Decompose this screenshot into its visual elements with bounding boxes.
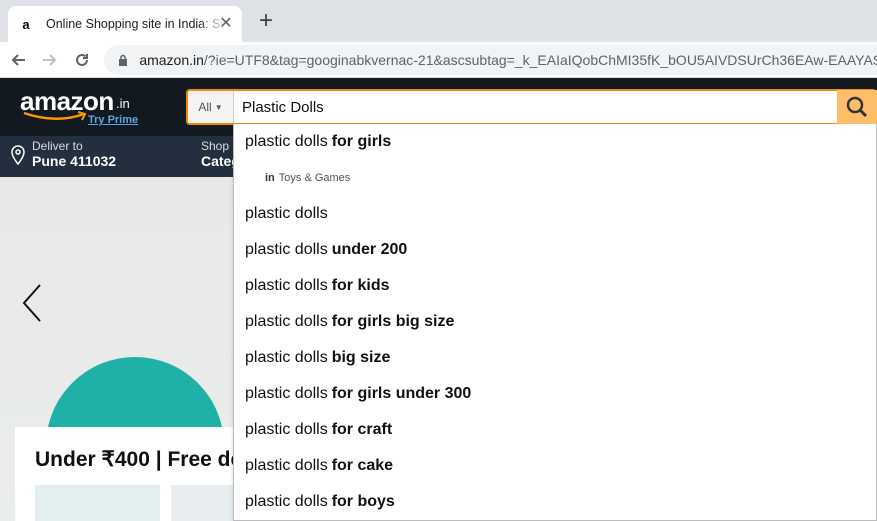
suggestion-prefix: plastic dolls (245, 277, 328, 294)
suggestion-completion: big size (331, 349, 391, 366)
search-input[interactable] (234, 91, 837, 123)
search-suggestions: plastic dolls for girls in Toys & Games pl… (233, 124, 877, 521)
suggestion-completion: for girls big size (331, 313, 455, 330)
suggestion-prefix: plastic dolls (245, 421, 328, 438)
browser-tab[interactable]: a Online Shopping site in India: Shop On… (8, 6, 242, 42)
back-icon[interactable] (6, 48, 30, 72)
suggestion-completion: under 200 (331, 241, 408, 258)
suggestion-department[interactable]: in Toys & Games (234, 160, 876, 196)
search-icon (846, 96, 868, 118)
new-tab-button[interactable]: + (254, 9, 278, 34)
suggestion-item[interactable]: plastic dolls for girls big size (234, 304, 876, 340)
suggestion-prefix: plastic dolls (245, 493, 328, 510)
close-tab-icon[interactable]: ✕ (218, 16, 234, 32)
search-category-label: All (198, 100, 212, 114)
suggestion-prefix: plastic dolls (245, 457, 328, 474)
department-in-label: in (265, 172, 275, 184)
suggestion-completion: for kids (331, 277, 390, 294)
browser-toolbar: amazon.in/?ie=UTF8&tag=googinabkvernac-2… (0, 42, 877, 78)
search-button[interactable] (837, 90, 877, 124)
suggestion-completion: for girls (331, 133, 392, 150)
deliver-to[interactable]: Deliver to Pune 411032 (10, 139, 116, 169)
suggestion-completion: for girls under 300 (331, 385, 472, 402)
suggestion-item[interactable]: plastic dolls for girls (234, 124, 876, 160)
search-bar: All ▼ (186, 89, 877, 125)
suggestion-prefix: plastic dolls (245, 313, 328, 330)
suggestion-item[interactable]: plastic dolls under 200 (234, 232, 876, 268)
browser-tab-strip: a Online Shopping site in India: Shop On… (0, 0, 877, 42)
amazon-favicon-icon: a (22, 16, 30, 32)
search-category-dropdown[interactable]: All ▼ (188, 91, 234, 123)
department-name: Toys & Games (278, 172, 351, 184)
lock-icon[interactable] (116, 53, 129, 67)
location-pin-icon (11, 145, 25, 165)
deal-card[interactable]: Under ₹400 | Free delivery (15, 427, 297, 521)
suggestion-item[interactable]: plastic dolls for girls under 300 (234, 376, 876, 412)
suggestion-completion: for boys (331, 493, 395, 510)
reload-icon[interactable] (70, 48, 94, 72)
amazon-logo[interactable]: amazon .in Try Prime (20, 86, 150, 130)
suggestion-completion: for cake (331, 457, 394, 474)
address-bar[interactable]: amazon.in/?ie=UTF8&tag=googinabkvernac-2… (104, 45, 877, 75)
suggestion-item[interactable]: plastic dolls (234, 196, 876, 232)
suggestion-item[interactable]: plastic dolls for kids (234, 268, 876, 304)
tab-title: Online Shopping site in India: Shop Onli… (46, 17, 226, 31)
suggestion-prefix: plastic dolls (245, 241, 328, 258)
try-prime-link[interactable]: Try Prime (88, 114, 138, 126)
url-text: amazon.in/?ie=UTF8&tag=googinabkvernac-2… (139, 52, 877, 68)
deliver-location: Pune 411032 (32, 153, 117, 169)
suggestion-item[interactable]: plastic dolls for boys (234, 484, 876, 520)
carousel-prev-icon[interactable] (18, 281, 48, 325)
suggestion-prefix: plastic dolls (245, 133, 328, 150)
deal-thumbnail[interactable] (35, 485, 160, 521)
url-path: /?ie=UTF8&tag=googinabkvernac-21&ascsubt… (203, 52, 877, 68)
caret-down-icon: ▼ (214, 102, 223, 112)
suggestion-completion: for craft (331, 421, 393, 438)
suggestion-item[interactable]: plastic dolls for craft (234, 412, 876, 448)
smile-arrow-icon (23, 111, 87, 121)
suggestion-prefix: plastic dolls (245, 349, 328, 366)
url-host: amazon.in (139, 52, 204, 68)
suggestion-prefix: plastic dolls (245, 385, 328, 402)
forward-icon[interactable] (38, 48, 62, 72)
deliver-label: Deliver to (32, 139, 83, 153)
suggestion-item[interactable]: plastic dolls for cake (234, 448, 876, 484)
logo-suffix: .in (116, 96, 130, 111)
suggestion-item[interactable]: plastic dolls big size (234, 340, 876, 376)
suggestion-prefix: plastic dolls (245, 205, 328, 222)
